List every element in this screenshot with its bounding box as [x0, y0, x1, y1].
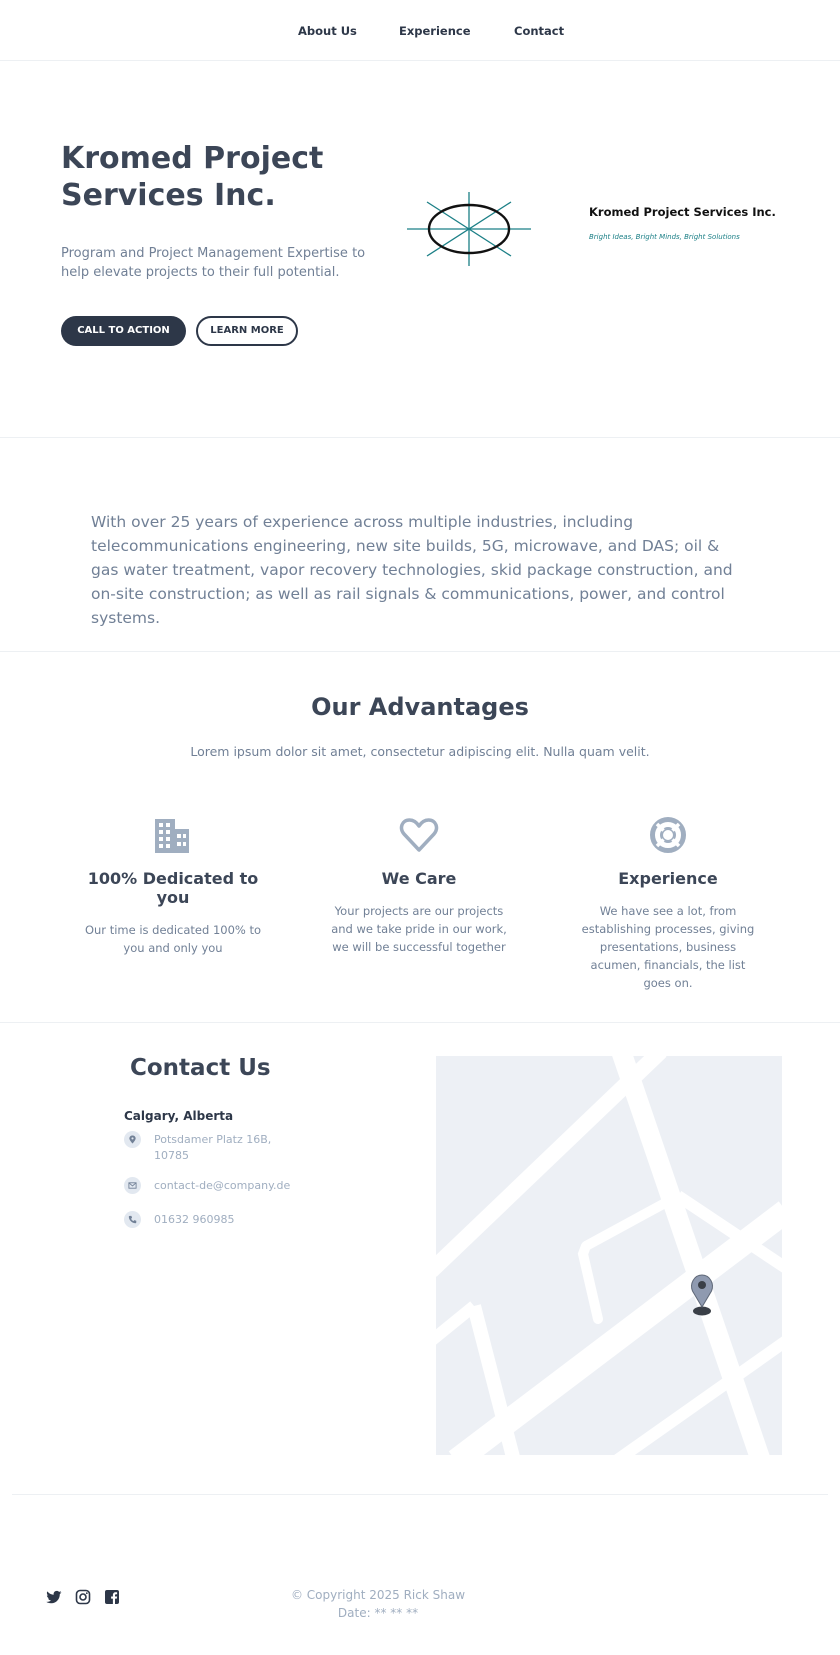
contact-city: Calgary, Alberta	[124, 1109, 234, 1123]
logo-company-name: Kromed Project Services Inc.	[589, 205, 776, 219]
map-pin-icon	[124, 1131, 141, 1148]
contact-address: Potsdamer Platz 16B, 10785	[154, 1133, 272, 1162]
company-logo-icon	[407, 192, 531, 266]
learn-more-button[interactable]: LEARN MORE	[196, 316, 298, 346]
heart-icon	[399, 818, 439, 852]
hero-subtitle: Program and Project Management Expertise…	[61, 246, 366, 280]
feature-title: We Care	[381, 869, 457, 888]
experience-text: With over 25 years of experience across …	[91, 513, 733, 627]
phone-icon	[124, 1211, 141, 1228]
feature-text: We have see a lot, from establishing pro…	[581, 904, 755, 990]
nav-about-us[interactable]: About Us	[298, 24, 357, 38]
building-icon	[155, 819, 189, 853]
mail-icon	[124, 1177, 141, 1194]
section-divider	[0, 437, 840, 438]
advantages-subtitle: Lorem ipsum dolor sit amet, consectetur …	[190, 744, 650, 759]
nav-experience[interactable]: Experience	[399, 24, 471, 38]
nav-contact[interactable]: Contact	[514, 24, 564, 38]
feature-we-care: We Care Your projects are our projects a…	[319, 815, 519, 956]
feature-title: Experience	[618, 869, 718, 888]
logo-tagline: Bright Ideas, Bright Minds, Bright Solut…	[589, 233, 740, 241]
contact-email[interactable]: contact-de@company.de	[154, 1178, 324, 1194]
feature-title: 100% Dedicated to you	[87, 869, 259, 907]
copyright-text: © Copyright 2025 Rick Shaw	[290, 1588, 466, 1602]
contact-phone[interactable]: 01632 960985	[154, 1212, 294, 1228]
location-map[interactable]	[436, 1056, 782, 1455]
hero-title: Kromed Project Services Inc.	[61, 141, 324, 213]
advantages-title: Our Advantages	[311, 693, 529, 721]
call-to-action-button[interactable]: CALL TO ACTION	[61, 316, 186, 346]
feature-text: Our time is dedicated 100% to you and on…	[84, 923, 262, 955]
footer-date: Date: ** ** **	[337, 1606, 419, 1620]
contact-title: Contact Us	[130, 1055, 271, 1081]
section-divider	[0, 651, 840, 652]
top-nav: About Us Experience Contact	[0, 0, 840, 61]
feature-dedicated: 100% Dedicated to you Our time is dedica…	[73, 815, 273, 957]
lifebuoy-icon	[650, 817, 686, 853]
footer-divider	[12, 1494, 828, 1495]
section-divider	[0, 1022, 840, 1023]
feature-text: Your projects are our projects and we ta…	[331, 904, 507, 954]
feature-experience: Experience We have see a lot, from estab…	[568, 815, 768, 992]
